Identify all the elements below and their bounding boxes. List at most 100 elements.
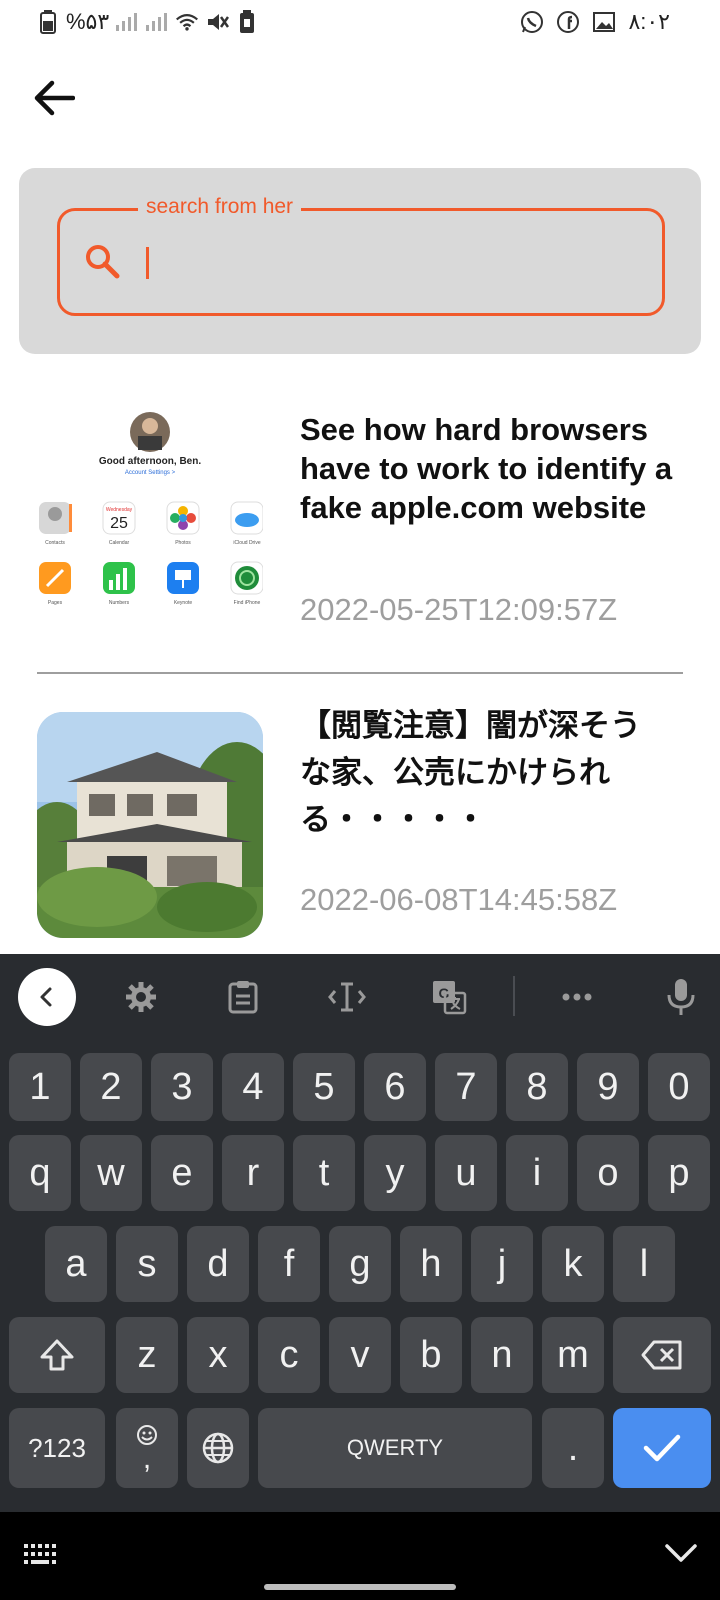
divider	[37, 672, 683, 674]
key-2[interactable]: 2	[80, 1053, 142, 1121]
article-date: 2022-05-25T12:09:57Z	[300, 592, 618, 627]
key-h[interactable]: h	[400, 1226, 462, 1302]
search-label: search from her	[138, 195, 302, 219]
key-x[interactable]: x	[187, 1317, 249, 1393]
symbols-key[interactable]: ?123	[9, 1408, 105, 1488]
translate-icon: G	[433, 981, 467, 1015]
key-k[interactable]: k	[542, 1226, 604, 1302]
key-5[interactable]: 5	[293, 1053, 355, 1121]
article-date: 2022-06-08T14:45:58Z	[300, 882, 618, 917]
house-photo-image	[37, 712, 263, 938]
mute-icon	[205, 8, 230, 36]
key-d[interactable]: d	[187, 1226, 249, 1302]
key-q[interactable]: q	[9, 1135, 71, 1211]
key-l[interactable]: l	[613, 1226, 675, 1302]
cursor-move-icon	[328, 982, 366, 1012]
key-g[interactable]: g	[329, 1226, 391, 1302]
status-bar: %۵۳ ۸:۰۲	[0, 0, 720, 48]
key-j[interactable]: j	[471, 1226, 533, 1302]
done-key[interactable]	[613, 1408, 711, 1488]
key-p[interactable]: p	[648, 1135, 710, 1211]
list-item[interactable]: Good afternoon, Ben. Account Settings > …	[0, 398, 720, 668]
key-n[interactable]: n	[471, 1317, 533, 1393]
hide-keyboard-button[interactable]	[664, 1542, 698, 1569]
battery-percent: %۵۳	[66, 9, 110, 34]
toolbar-collapse-button[interactable]	[18, 968, 76, 1026]
thumb-app-label: Find iPhone	[234, 600, 261, 606]
search-input[interactable]	[144, 239, 644, 287]
key-z[interactable]: z	[116, 1317, 178, 1393]
key-s[interactable]: s	[116, 1226, 178, 1302]
globe-icon	[202, 1432, 234, 1464]
more-button[interactable]	[548, 968, 606, 1026]
key-3[interactable]: 3	[151, 1053, 213, 1121]
shift-key[interactable]	[9, 1317, 105, 1393]
key-4[interactable]: 4	[222, 1053, 284, 1121]
toolbar-divider	[513, 976, 515, 1016]
key-6[interactable]: 6	[364, 1053, 426, 1121]
key-0[interactable]: 0	[648, 1053, 710, 1121]
text-cursor	[146, 247, 149, 279]
battery-saver-icon	[235, 8, 259, 36]
period-key[interactable]: .	[542, 1408, 604, 1488]
key-y[interactable]: y	[364, 1135, 426, 1211]
shift-icon	[40, 1339, 74, 1371]
thumb-greeting: Good afternoon, Ben.	[99, 456, 201, 467]
key-a[interactable]: a	[45, 1226, 107, 1302]
wifi-icon	[175, 8, 199, 36]
keyboard-toolbar: G	[0, 954, 720, 1042]
chevron-down-icon	[665, 1544, 697, 1562]
key-o[interactable]: o	[577, 1135, 639, 1211]
language-key[interactable]	[187, 1408, 249, 1488]
thumb-calendar-day: Wednesday	[106, 507, 133, 513]
thumb-app-label: Photos	[175, 540, 191, 546]
thumb-app-label: iCloud Drive	[233, 540, 260, 546]
clipboard-icon	[228, 981, 258, 1014]
key-u[interactable]: u	[435, 1135, 497, 1211]
thumb-app-label: Numbers	[109, 600, 130, 606]
backspace-key[interactable]	[613, 1317, 711, 1393]
space-key[interactable]: QWERTY	[258, 1408, 532, 1488]
translate-button[interactable]: G	[420, 968, 478, 1026]
key-9[interactable]: 9	[577, 1053, 639, 1121]
icloud-screenshot-image: Good afternoon, Ben. Account Settings > …	[37, 410, 263, 636]
backspace-icon	[641, 1340, 682, 1370]
voice-input-button[interactable]	[652, 968, 710, 1026]
keyboard: G 1 2 3 4 5 6 7 8 9 0 q w e r t y u i o …	[0, 954, 720, 1512]
status-left: %۵۳	[36, 8, 259, 36]
article-thumbnail: Good afternoon, Ben. Account Settings > …	[37, 410, 263, 636]
thumb-app-label: Keynote	[174, 600, 193, 606]
key-w[interactable]: w	[80, 1135, 142, 1211]
key-i[interactable]: i	[506, 1135, 568, 1211]
key-1[interactable]: 1	[9, 1053, 71, 1121]
thumb-app-label: Contacts	[45, 540, 65, 546]
thumb-app-label: Calendar	[109, 540, 130, 546]
back-button[interactable]	[28, 72, 80, 124]
key-e[interactable]: e	[151, 1135, 213, 1211]
keyboard-switch-button[interactable]	[22, 1542, 58, 1573]
more-horizontal-icon	[562, 993, 592, 1001]
checkmark-icon	[643, 1434, 681, 1462]
key-r[interactable]: r	[222, 1135, 284, 1211]
key-t[interactable]: t	[293, 1135, 355, 1211]
search-field[interactable]: search from her	[57, 195, 665, 316]
navigation-bar	[0, 1512, 720, 1600]
comma-label: ,	[142, 1442, 152, 1475]
clipboard-button[interactable]	[214, 968, 272, 1026]
key-b[interactable]: b	[400, 1317, 462, 1393]
settings-button[interactable]	[112, 968, 170, 1026]
key-c[interactable]: c	[258, 1317, 320, 1393]
key-m[interactable]: m	[542, 1317, 604, 1393]
gear-icon	[126, 982, 156, 1012]
arrow-left-icon	[34, 80, 75, 116]
key-8[interactable]: 8	[506, 1053, 568, 1121]
thumb-account-link: Account Settings >	[125, 470, 176, 476]
status-right: ۸:۰۲	[520, 8, 670, 36]
key-v[interactable]: v	[329, 1317, 391, 1393]
key-7[interactable]: 7	[435, 1053, 497, 1121]
home-handle[interactable]	[264, 1584, 456, 1590]
key-f[interactable]: f	[258, 1226, 320, 1302]
comma-key[interactable]: ,	[116, 1408, 178, 1488]
list-item[interactable]: 【閲覧注意】闇が深そうな家、公売にかけられる・・・・・ 2022-06-08T1…	[0, 700, 720, 950]
text-cursor-button[interactable]	[318, 968, 376, 1026]
